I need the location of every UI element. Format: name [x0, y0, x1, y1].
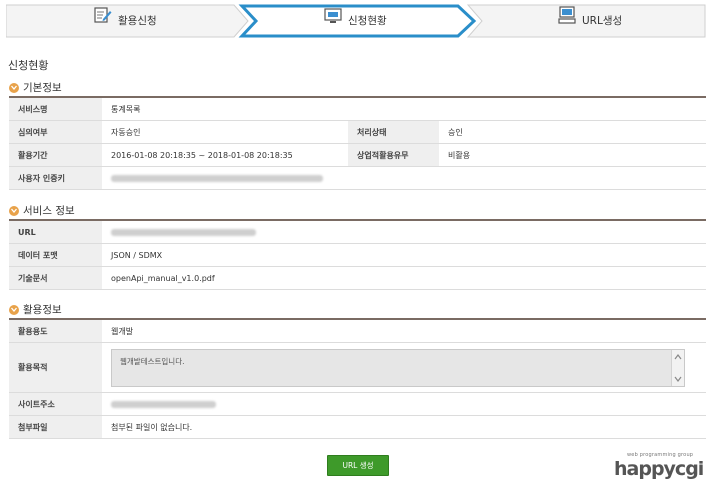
url-create-button[interactable]: URL 생성: [327, 455, 389, 476]
field-label: 서비스명: [9, 97, 102, 121]
section-title-usage: 활용정보: [23, 304, 62, 316]
field-label: 활용목적: [9, 342, 102, 393]
computer-icon: [558, 4, 576, 38]
table-row: 활용용도 웹개발: [9, 319, 706, 343]
step-apply[interactable]: 활용신청: [94, 4, 157, 38]
field-value: 승인: [439, 120, 706, 144]
field-value: 통계목록: [102, 97, 706, 121]
field-label: URL: [9, 220, 102, 244]
chevron-down-icon: [9, 205, 19, 216]
step-url[interactable]: URL생성: [558, 4, 622, 38]
table-row: 활용기간 2016-01-08 20:18:35 ~ 2018-01-08 20…: [9, 143, 706, 167]
field-value: 2016-01-08 20:18:35 ~ 2018-01-08 20:18:3…: [102, 143, 348, 167]
page-title: 신청현황: [8, 59, 49, 72]
table-row: 사이트주소: [9, 392, 706, 416]
field-label: 첨부파일: [9, 415, 102, 439]
field-label: 사용자 인증키: [9, 166, 102, 190]
table-row: 데이터 포맷 JSON / SDMX: [9, 243, 706, 267]
field-label: 데이터 포맷: [9, 243, 102, 267]
auth-key-value-redacted: [102, 166, 706, 190]
section-header-usage: 활용정보: [9, 302, 62, 317]
textarea-scrollbar[interactable]: [671, 349, 684, 386]
table-row: 사용자 인증키: [9, 166, 706, 190]
scroll-up-icon[interactable]: [674, 353, 682, 361]
step-status[interactable]: 신청현황: [324, 4, 387, 38]
field-value: 자동승인: [102, 120, 348, 144]
step-status-label: 신청현황: [348, 15, 387, 27]
section-title-basic: 기본정보: [23, 82, 62, 94]
step-apply-label: 활용신청: [118, 15, 157, 27]
monitor-icon: [324, 4, 342, 38]
step-url-label: URL생성: [582, 15, 623, 27]
field-label: 기술문서: [9, 266, 102, 290]
field-value: JSON / SDMX: [102, 243, 706, 267]
progress-steps: 활용신청 신청현황 URL생성: [6, 4, 706, 38]
goal-cell: 웹개발테스트입니다.: [102, 342, 706, 393]
url-value-redacted: [102, 220, 706, 244]
basic-info-table: 서비스명 통계목록 심의여부 자동승인 처리상태 승인 활용기간 2016-01…: [9, 96, 706, 190]
section-header-basic: 기본정보: [9, 80, 62, 95]
field-label: 사이트주소: [9, 392, 102, 416]
usage-info-table: 활용용도 웹개발 활용목적 웹개발테스트입니다. 사이트주소 첨부파일 첨부된 …: [9, 318, 706, 439]
table-row: 서비스명 통계목록: [9, 97, 706, 121]
table-row: 활용목적 웹개발테스트입니다.: [9, 342, 706, 393]
field-label: 심의여부: [9, 120, 102, 144]
field-value: 웹개발: [102, 319, 706, 343]
field-label: 처리상태: [348, 120, 439, 144]
field-value: 비활용: [439, 143, 706, 167]
happycgi-logo: web programming group happycgi: [614, 452, 708, 482]
service-info-table: URL 데이터 포맷 JSON / SDMX 기술문서 openApi_manu…: [9, 219, 706, 290]
edit-document-icon: [94, 4, 112, 38]
table-row: 첨부파일 첨부된 파일이 없습니다.: [9, 415, 706, 439]
scroll-down-icon[interactable]: [674, 375, 682, 383]
goal-text: 웹개발테스트입니다.: [120, 356, 185, 366]
chevron-down-icon: [9, 304, 19, 315]
logo-name: happycgi: [614, 458, 704, 480]
field-label: 활용용도: [9, 319, 102, 343]
table-row: URL: [9, 220, 706, 244]
field-label: 상업적활용유무: [348, 143, 439, 167]
chevron-down-icon: [9, 82, 19, 93]
manual-link[interactable]: openApi_manual_v1.0.pdf: [102, 266, 706, 290]
table-row: 심의여부 자동승인 처리상태 승인: [9, 120, 706, 144]
goal-textarea[interactable]: 웹개발테스트입니다.: [111, 348, 685, 387]
field-label: 활용기간: [9, 143, 102, 167]
table-row: 기술문서 openApi_manual_v1.0.pdf: [9, 266, 706, 290]
section-title-service: 서비스 정보: [23, 205, 75, 217]
field-value: 첨부된 파일이 없습니다.: [102, 415, 706, 439]
section-header-service: 서비스 정보: [9, 203, 75, 218]
site-value-redacted: [102, 392, 706, 416]
